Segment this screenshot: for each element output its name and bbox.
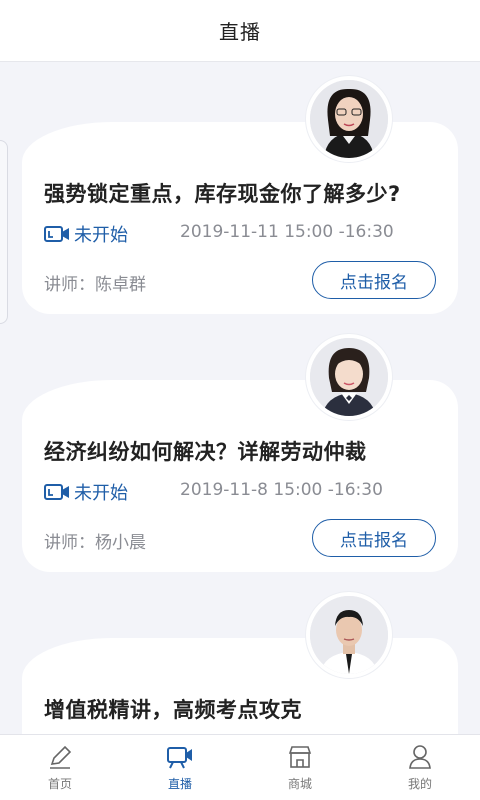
- register-button[interactable]: 点击报名: [312, 519, 436, 557]
- tab-label: 我的: [407, 777, 432, 791]
- person-icon: [409, 745, 431, 769]
- bottom-tab-bar: 首页 直播 商城 我的: [0, 734, 480, 800]
- lecture-time: 2019-11-11 15:00 -16:30: [180, 222, 394, 242]
- pencil-icon: [50, 745, 72, 769]
- lecture-status: 未开始: [44, 480, 128, 504]
- store-icon: [288, 746, 312, 768]
- lecture-card[interactable]: 强势锁定重点，库存现金你了解多少? 未开始 2019-11-11 15:00 -…: [22, 122, 458, 314]
- status-text: 未开始: [74, 483, 128, 504]
- tab-store[interactable]: 商城: [240, 735, 360, 800]
- video-camera-icon: [44, 484, 69, 500]
- lecture-time: 2019-11-8 15:00 -16:30: [180, 480, 383, 500]
- tab-label: 直播: [167, 777, 192, 791]
- top-header: 直播: [0, 0, 480, 62]
- tab-home[interactable]: 首页: [0, 735, 120, 800]
- lecturer-avatar: [306, 334, 392, 420]
- video-camera-icon: [44, 226, 69, 242]
- page-title: 直播: [219, 20, 261, 44]
- lecture-card[interactable]: 增值税精讲，高频考点攻克: [22, 638, 458, 734]
- register-button[interactable]: 点击报名: [312, 261, 436, 299]
- lecturer-name: 讲师：杨小晨: [44, 533, 146, 553]
- lecture-title: 经济纠纷如何解决？详解劳动仲裁: [44, 440, 367, 464]
- tab-label: 商城: [287, 777, 312, 791]
- status-text: 未开始: [74, 225, 128, 246]
- lecture-title: 增值税精讲，高频考点攻克: [44, 698, 302, 722]
- side-drawer-handle[interactable]: [0, 140, 8, 324]
- tab-live[interactable]: 直播: [120, 735, 240, 800]
- lecturer-name: 讲师：陈卓群: [44, 275, 146, 295]
- lecture-status: 未开始: [44, 222, 128, 246]
- lecturer-avatar: [306, 76, 392, 162]
- lecturer-avatar: [306, 592, 392, 678]
- live-list[interactable]: 强势锁定重点，库存现金你了解多少? 未开始 2019-11-11 15:00 -…: [0, 62, 480, 734]
- lecture-card[interactable]: 经济纠纷如何解决？详解劳动仲裁 未开始 2019-11-8 15:00 -16:…: [22, 380, 458, 572]
- tab-label: 首页: [47, 777, 72, 791]
- tab-mine[interactable]: 我的: [360, 735, 480, 800]
- video-screen-icon: [167, 747, 192, 769]
- lecture-title: 强势锁定重点，库存现金你了解多少?: [44, 182, 401, 206]
